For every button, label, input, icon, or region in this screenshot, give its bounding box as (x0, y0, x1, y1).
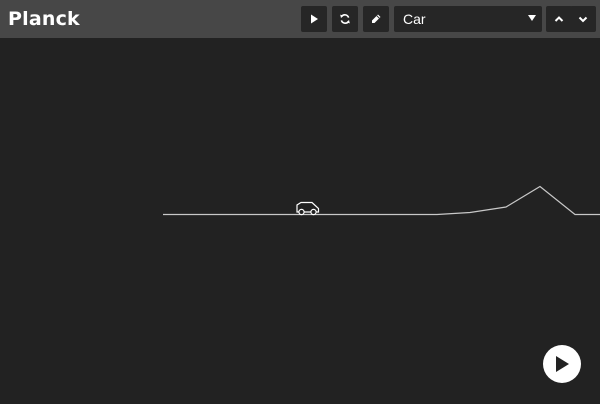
simulation-stage[interactable] (0, 38, 600, 400)
app-title: Planck (8, 8, 80, 30)
terrain-line (163, 185, 600, 216)
chevron-down-icon (578, 16, 588, 23)
next-testbed-button[interactable] (570, 6, 596, 32)
play-icon (556, 356, 569, 372)
testbed-select-value: Car (403, 11, 426, 27)
simulation-canvas[interactable] (0, 38, 600, 400)
chevron-up-icon (554, 16, 564, 22)
car-rear-wheel (298, 208, 305, 216)
play-icon (311, 14, 318, 24)
play-overlay-button[interactable] (543, 345, 581, 383)
testbed-select[interactable]: Car (394, 6, 542, 32)
play-button[interactable] (301, 6, 327, 32)
top-bar: Planck Car (0, 0, 600, 38)
car-front-wheel (310, 208, 317, 216)
prev-testbed-button[interactable] (546, 6, 572, 32)
caret-down-icon (528, 15, 536, 21)
pencil-icon (372, 14, 381, 23)
edit-button[interactable] (363, 6, 389, 32)
reload-button[interactable] (332, 6, 358, 32)
refresh-icon (340, 14, 350, 24)
